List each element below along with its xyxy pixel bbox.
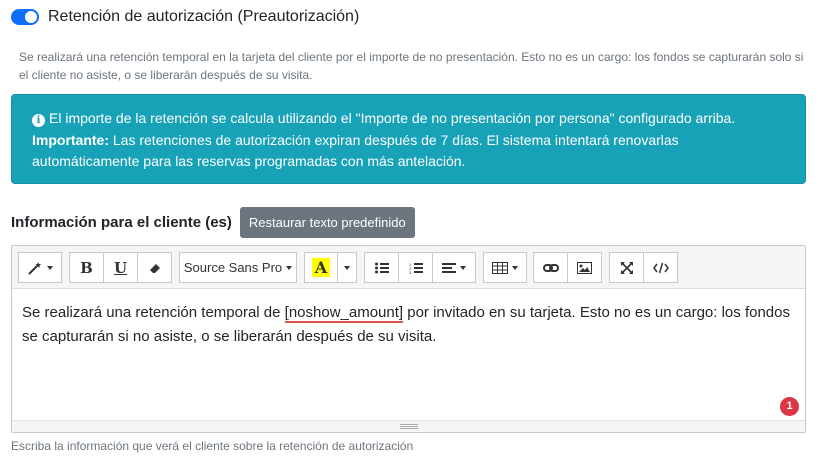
- alert-line-1-text: El importe de la retención se calcula ut…: [49, 110, 736, 126]
- info-circle-icon: i: [32, 114, 45, 127]
- link-icon[interactable]: [533, 252, 568, 283]
- noshow-amount-placeholder: [noshow_amount]: [284, 304, 404, 323]
- client-info-help-text: Escriba la información que verá el clien…: [11, 439, 414, 453]
- svg-text:3: 3: [409, 270, 412, 274]
- editor-toolbar: B U Source Sans Pro A 123: [12, 246, 805, 289]
- preauth-toggle-label[interactable]: Retención de autorización (Preautorizaci…: [48, 8, 359, 26]
- preauth-toggle-row: Retención de autorización (Preautorizaci…: [11, 8, 359, 26]
- info-alert: i El importe de la retención se calcula u…: [11, 94, 806, 184]
- chevron-down-icon: [286, 265, 293, 270]
- ordered-list-icon[interactable]: 123: [398, 252, 433, 283]
- spellcheck-error-badge[interactable]: 1: [780, 397, 799, 416]
- magic-wand-icon[interactable]: [18, 252, 62, 283]
- editor-content[interactable]: Se realizará una retención temporal de […: [12, 289, 805, 420]
- bold-button[interactable]: B: [69, 252, 104, 283]
- restore-default-text-button[interactable]: Restaurar texto predefinido: [239, 207, 415, 238]
- content-text-before: Se realizará una retención temporal de: [22, 304, 285, 321]
- eraser-icon[interactable]: [137, 252, 172, 283]
- table-icon[interactable]: [483, 252, 527, 283]
- paragraph-align-icon[interactable]: [432, 252, 476, 283]
- fullscreen-icon[interactable]: [609, 252, 644, 283]
- font-family-select[interactable]: Source Sans Pro: [179, 252, 297, 283]
- underline-button[interactable]: U: [103, 252, 138, 283]
- editor-resize-bar[interactable]: [12, 420, 805, 432]
- highlight-letter: A: [311, 258, 331, 277]
- client-info-title: Información para el cliente (es): [11, 214, 232, 231]
- unordered-list-icon[interactable]: [364, 252, 399, 283]
- preauth-help-text: Se realizará una retención temporal en l…: [19, 50, 804, 82]
- font-family-label: Source Sans Pro: [183, 260, 283, 275]
- picture-icon[interactable]: [567, 252, 602, 283]
- client-info-header: Información para el cliente (es) Restaur…: [11, 207, 415, 238]
- preauth-toggle-switch[interactable]: [11, 9, 39, 25]
- resize-grip-icon[interactable]: [400, 424, 418, 429]
- alert-important: Importante: Las retenciones de autorizac…: [32, 130, 785, 173]
- code-view-icon[interactable]: [643, 252, 678, 283]
- color-dropdown-icon[interactable]: [337, 252, 357, 283]
- alert-important-label: Importante:: [32, 131, 109, 148]
- alert-line-1: i El importe de la retención se calcula u…: [32, 108, 785, 130]
- alert-important-text: Las retenciones de autorización expiran …: [32, 131, 679, 170]
- text-color-icon[interactable]: A: [304, 252, 338, 283]
- rich-text-editor: B U Source Sans Pro A 123 Se realizará u…: [11, 245, 806, 433]
